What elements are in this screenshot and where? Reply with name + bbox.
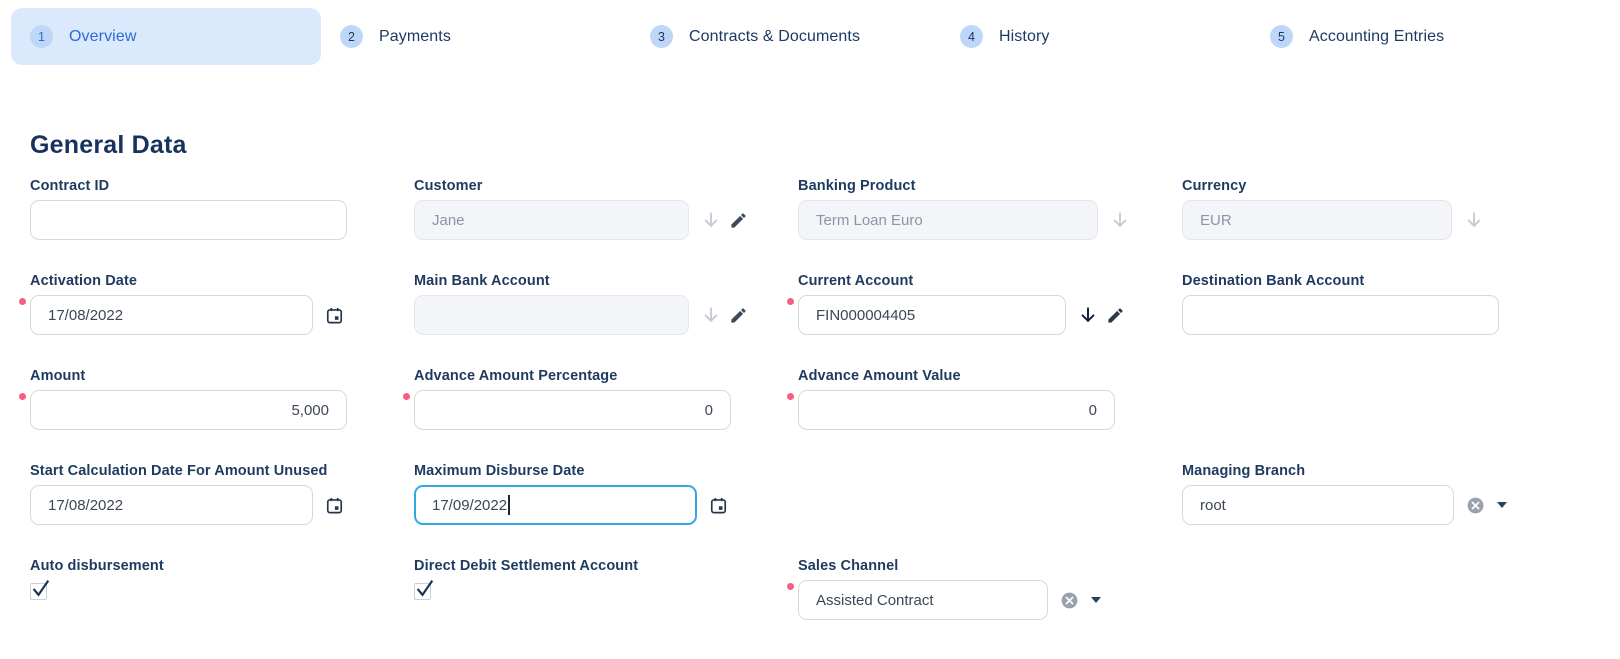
general-data-form: Contract ID Customer Banki	[30, 178, 1566, 620]
advance-amount-percentage-input[interactable]	[414, 390, 731, 430]
required-dot	[403, 393, 410, 400]
advance-amount-value-input[interactable]	[798, 390, 1115, 430]
current-account-lookup-arrow-icon[interactable]	[1078, 305, 1098, 325]
advance-amount-value-label: Advance Amount Value	[798, 368, 1182, 384]
tab-history[interactable]: 4 History	[941, 8, 1251, 65]
tab-history-label: History	[999, 28, 1049, 46]
destination-bank-account-label: Destination Bank Account	[1182, 273, 1566, 289]
section-title: General Data	[30, 131, 1566, 160]
banking-product-lookup-arrow-icon[interactable]	[1110, 210, 1130, 230]
field-customer: Customer	[414, 178, 798, 240]
amount-label: Amount	[30, 368, 414, 384]
currency-input	[1182, 200, 1452, 240]
start-calculation-date-label: Start Calculation Date For Amount Unused	[30, 463, 414, 479]
customer-lookup-arrow-icon[interactable]	[701, 210, 721, 230]
tab-payments-label: Payments	[379, 28, 451, 46]
currency-label: Currency	[1182, 178, 1566, 194]
tab-overview-number-badge: 1	[30, 25, 53, 48]
field-current-account: Current Account	[798, 273, 1182, 335]
contract-id-input[interactable]	[30, 200, 347, 240]
customer-input	[414, 200, 689, 240]
field-start-calculation-date: Start Calculation Date For Amount Unused	[30, 463, 414, 525]
tab-contracts-documents[interactable]: 3 Contracts & Documents	[631, 8, 941, 65]
managing-branch-caret-down-icon[interactable]	[1497, 502, 1507, 508]
field-advance-amount-value: Advance Amount Value	[798, 368, 1182, 430]
field-main-bank-account: Main Bank Account	[414, 273, 798, 335]
tab-payments[interactable]: 2 Payments	[321, 8, 631, 65]
tab-accounting-entries-label: Accounting Entries	[1309, 28, 1444, 46]
sales-channel-label: Sales Channel	[798, 558, 1182, 574]
contract-id-label: Contract ID	[30, 178, 414, 194]
field-auto-disbursement: Auto disbursement	[30, 558, 414, 600]
customer-edit-pencil-icon[interactable]	[729, 211, 748, 230]
field-currency: Currency	[1182, 178, 1566, 240]
start-calculation-date-input[interactable]	[30, 485, 313, 525]
field-banking-product: Banking Product	[798, 178, 1182, 240]
destination-bank-account-input[interactable]	[1182, 295, 1499, 335]
current-account-label: Current Account	[798, 273, 1182, 289]
field-amount: Amount	[30, 368, 414, 430]
current-account-edit-pencil-icon[interactable]	[1106, 306, 1125, 325]
tab-accounting-entries-number-badge: 5	[1270, 25, 1293, 48]
wizard-step-tabs: 1 Overview 2 Payments 3 Contracts & Docu…	[11, 8, 1561, 65]
direct-debit-settlement-account-label: Direct Debit Settlement Account	[414, 558, 798, 574]
currency-lookup-arrow-icon[interactable]	[1464, 210, 1484, 230]
auto-disbursement-label: Auto disbursement	[30, 558, 414, 574]
tab-overview-label: Overview	[69, 28, 136, 46]
maximum-disburse-date-input[interactable]	[414, 485, 697, 525]
field-direct-debit-settlement-account: Direct Debit Settlement Account	[414, 558, 798, 600]
auto-disbursement-checkbox[interactable]	[30, 583, 47, 600]
main-bank-account-lookup-arrow-icon[interactable]	[701, 305, 721, 325]
tab-payments-number-badge: 2	[340, 25, 363, 48]
required-dot	[19, 393, 26, 400]
field-managing-branch: Managing Branch	[1182, 463, 1566, 525]
activation-date-input[interactable]	[30, 295, 313, 335]
maximum-disburse-date-calendar-icon[interactable]	[709, 496, 728, 515]
field-contract-id: Contract ID	[30, 178, 414, 240]
tab-accounting-entries[interactable]: 5 Accounting Entries	[1251, 8, 1561, 65]
required-dot	[787, 583, 794, 590]
current-account-input[interactable]	[798, 295, 1066, 335]
activation-date-label: Activation Date	[30, 273, 414, 289]
customer-label: Customer	[414, 178, 798, 194]
sales-channel-caret-down-icon[interactable]	[1091, 597, 1101, 603]
managing-branch-input[interactable]	[1182, 485, 1454, 525]
main-bank-account-edit-pencil-icon[interactable]	[729, 306, 748, 325]
amount-input[interactable]	[30, 390, 347, 430]
field-maximum-disburse-date: Maximum Disburse Date	[414, 463, 798, 525]
main-bank-account-label: Main Bank Account	[414, 273, 798, 289]
tab-contracts-documents-label: Contracts & Documents	[689, 28, 860, 46]
field-sales-channel: Sales Channel	[798, 558, 1182, 620]
sales-channel-input[interactable]	[798, 580, 1048, 620]
managing-branch-clear-icon[interactable]	[1466, 496, 1485, 515]
start-calculation-date-calendar-icon[interactable]	[325, 496, 344, 515]
direct-debit-settlement-account-checkbox[interactable]	[414, 583, 431, 600]
activation-date-calendar-icon[interactable]	[325, 306, 344, 325]
loan-contract-overview-page: 1 Overview 2 Payments 3 Contracts & Docu…	[0, 0, 1620, 659]
advance-amount-percentage-label: Advance Amount Percentage	[414, 368, 798, 384]
banking-product-input	[798, 200, 1098, 240]
managing-branch-label: Managing Branch	[1182, 463, 1566, 479]
tab-history-number-badge: 4	[960, 25, 983, 48]
required-dot	[787, 393, 794, 400]
required-dot	[787, 298, 794, 305]
banking-product-label: Banking Product	[798, 178, 1182, 194]
main-bank-account-input	[414, 295, 689, 335]
required-dot	[19, 298, 26, 305]
field-destination-bank-account: Destination Bank Account	[1182, 273, 1566, 335]
tab-overview[interactable]: 1 Overview	[11, 8, 321, 65]
field-activation-date: Activation Date	[30, 273, 414, 335]
maximum-disburse-date-label: Maximum Disburse Date	[414, 463, 798, 479]
tab-contracts-documents-number-badge: 3	[650, 25, 673, 48]
text-cursor	[508, 495, 510, 515]
field-advance-amount-percentage: Advance Amount Percentage	[414, 368, 798, 430]
sales-channel-clear-icon[interactable]	[1060, 591, 1079, 610]
